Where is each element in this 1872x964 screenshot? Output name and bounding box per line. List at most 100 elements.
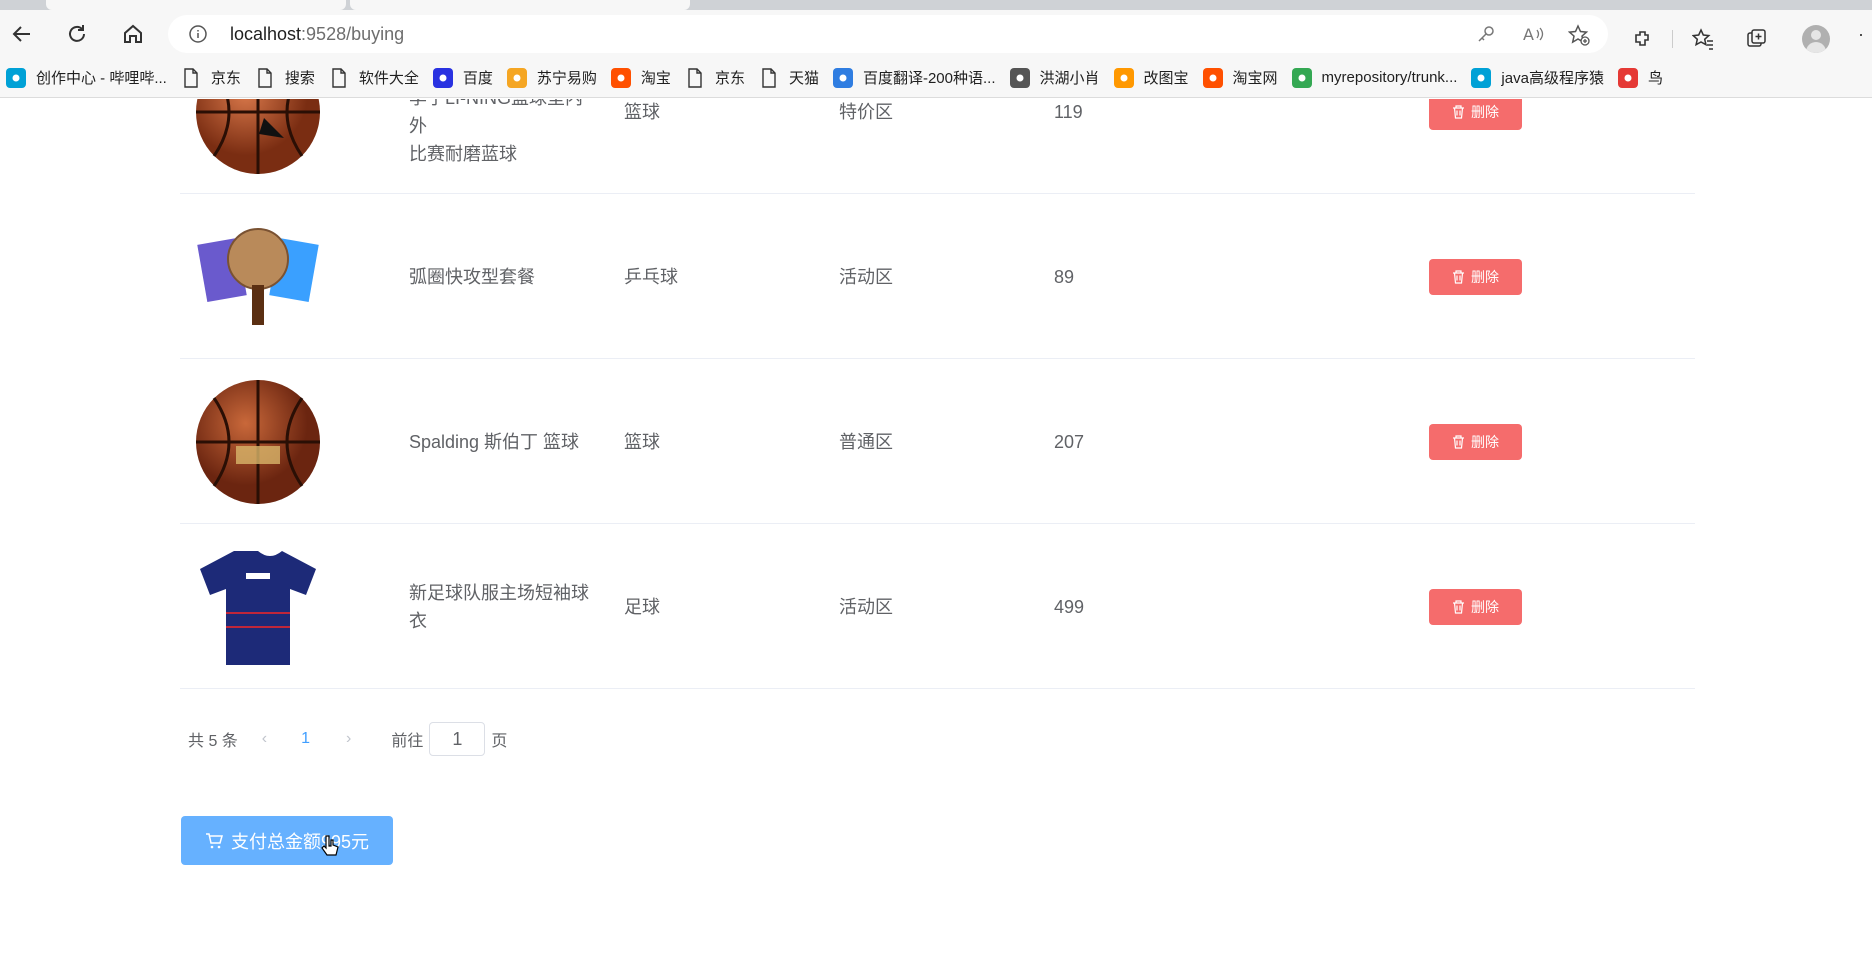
table-row: 新足球队服主场短袖球衣 足球 活动区 499 删除	[180, 524, 1695, 689]
delete-button[interactable]: 删除	[1429, 99, 1522, 130]
bookmark-item[interactable]: 改图宝	[1113, 67, 1189, 88]
bookmark-label: 百度翻译-200种语...	[862, 70, 996, 87]
page-icon	[685, 67, 705, 88]
back-button[interactable]	[6, 18, 38, 50]
bookmark-label: 鸟	[1647, 70, 1663, 87]
reload-icon	[69, 25, 85, 42]
extensions-icon[interactable]	[1632, 28, 1654, 50]
bookmark-label: 软件大全	[358, 70, 419, 87]
url-path: :9528/buying	[301, 24, 405, 44]
bookmark-item[interactable]: 鸟	[1617, 67, 1663, 88]
bookmark-item[interactable]: 软件大全	[329, 67, 419, 88]
trash-icon	[1453, 435, 1464, 449]
page-number-current[interactable]: 1	[301, 730, 310, 748]
product-name-line: 衣	[409, 611, 427, 631]
bookmark-item[interactable]: 洪湖小肖	[1009, 67, 1100, 88]
product-category: 篮球	[624, 102, 660, 122]
bookmark-item[interactable]: 搜索	[255, 67, 315, 88]
trash-icon	[1453, 600, 1464, 614]
product-zone: 活动区	[839, 267, 893, 287]
product-image	[194, 543, 322, 671]
bookmark-item[interactable]: 淘宝网	[1202, 67, 1278, 88]
product-price: 499	[1054, 597, 1085, 617]
browser-tab[interactable]	[46, 0, 346, 10]
table-row: 李宁LI-NING篮球室内外比赛耐磨蓝球 篮球 特价区 119 删除	[180, 99, 1695, 194]
bookmark-item[interactable]: 京东	[181, 67, 241, 88]
product-category: 乒乓球	[624, 267, 678, 287]
add-favorite-icon[interactable]	[1568, 24, 1590, 46]
product-price: 207	[1054, 432, 1085, 452]
delete-button[interactable]: 删除	[1429, 259, 1522, 295]
site-info-icon[interactable]	[188, 24, 208, 44]
pagination-total: 共 5 条	[188, 733, 238, 750]
page-icon	[329, 67, 349, 88]
delete-button[interactable]: 删除	[1429, 424, 1522, 460]
pagination: 共 5 条 ‹ 1 › 前往 1 页	[188, 719, 507, 759]
url-text[interactable]: localhost:9528/buying	[230, 24, 404, 45]
product-name-line: 比赛耐磨蓝球	[409, 144, 517, 164]
bookmark-label: 搜索	[284, 70, 315, 87]
key-icon[interactable]	[1476, 24, 1496, 44]
pay-total-button[interactable]: 支付总金额995元	[181, 816, 393, 865]
reload-button[interactable]	[61, 18, 93, 50]
bookmark-item[interactable]: 百度翻译-200种语...	[832, 67, 996, 88]
table-row: 弧圈快攻型套餐 乒乓球 活动区 89 删除	[180, 194, 1695, 359]
next-page-icon[interactable]: ›	[346, 730, 351, 748]
product-zone: 活动区	[839, 597, 893, 617]
product-name: 新足球队服主场短袖球衣	[409, 579, 599, 635]
bilibili-icon	[1471, 67, 1492, 88]
bookmark-item[interactable]: myrepository/trunk...	[1291, 67, 1457, 88]
home-icon	[124, 24, 142, 43]
bookmark-item[interactable]: 创作中心 - 哔哩哔...	[6, 67, 167, 88]
bookmark-item[interactable]: 天猫	[759, 67, 819, 88]
bookmark-item[interactable]: 淘宝	[610, 67, 671, 88]
delete-label: 删除	[1471, 269, 1499, 285]
delete-label: 删除	[1471, 434, 1499, 450]
bookmark-label: 洪湖小肖	[1039, 70, 1100, 87]
read-aloud-icon[interactable]: A	[1523, 24, 1545, 44]
bookmark-item[interactable]: 京东	[685, 67, 745, 88]
tab-strip	[0, 0, 1872, 10]
hand-cursor-icon	[321, 835, 339, 856]
product-zone: 普通区	[839, 432, 893, 452]
product-name: Spalding 斯伯丁 篮球	[409, 428, 599, 456]
goto-page-input[interactable]: 1	[429, 722, 486, 756]
product-price: 89	[1054, 267, 1075, 287]
taobao-icon	[610, 67, 631, 88]
bookmark-item[interactable]: 苏宁易购	[506, 67, 597, 88]
bird-icon	[1009, 67, 1030, 88]
prev-page-icon[interactable]: ‹	[262, 730, 267, 748]
bookmark-label: 苏宁易购	[536, 70, 597, 87]
bookmark-label: 京东	[210, 70, 241, 87]
shopping-cart-icon	[205, 832, 223, 848]
page-suffix: 页	[491, 733, 508, 750]
browser-tab[interactable]	[350, 0, 690, 10]
back-arrow-icon	[12, 26, 30, 42]
bookmark-label: java高级程序猿	[1501, 70, 1604, 87]
collections-icon[interactable]	[1746, 28, 1768, 50]
page-icon	[759, 67, 779, 88]
bilibili-icon	[6, 67, 26, 88]
product-image	[194, 213, 322, 341]
bookmark-label: 京东	[714, 70, 745, 87]
bookmark-item[interactable]: 百度	[432, 67, 493, 88]
more-menu-icon[interactable]: ·	[1858, 24, 1864, 45]
bookmark-label: 改图宝	[1143, 70, 1189, 87]
address-bar[interactable]: localhost:9528/buying A	[168, 15, 1608, 53]
product-image	[194, 378, 322, 506]
toolbar-divider	[1672, 30, 1673, 48]
profile-avatar[interactable]	[1802, 25, 1830, 53]
browser-toolbar: localhost:9528/buying A ·	[0, 10, 1872, 58]
trash-icon	[1453, 105, 1464, 119]
gaitubao-icon	[1113, 67, 1134, 88]
cart-page: 李宁LI-NING篮球室内外比赛耐磨蓝球篮球特价区119删除弧圈快攻型套餐乒乓球…	[0, 99, 1872, 964]
product-category: 篮球	[624, 432, 660, 452]
favorites-icon[interactable]	[1692, 28, 1714, 50]
svg-text:A: A	[1523, 25, 1534, 44]
home-button[interactable]	[117, 18, 149, 50]
delete-button[interactable]: 删除	[1429, 589, 1522, 625]
bookmark-item[interactable]: java高级程序猿	[1471, 67, 1604, 88]
page-icon	[181, 67, 201, 88]
bookmark-label: 天猫	[788, 70, 819, 87]
bookmarks-bar: 创作中心 - 哔哩哔... 京东 搜索 软件大全 百度 苏宁易购 淘宝 京东 天猫 百度翻译-20…	[0, 58, 1872, 98]
